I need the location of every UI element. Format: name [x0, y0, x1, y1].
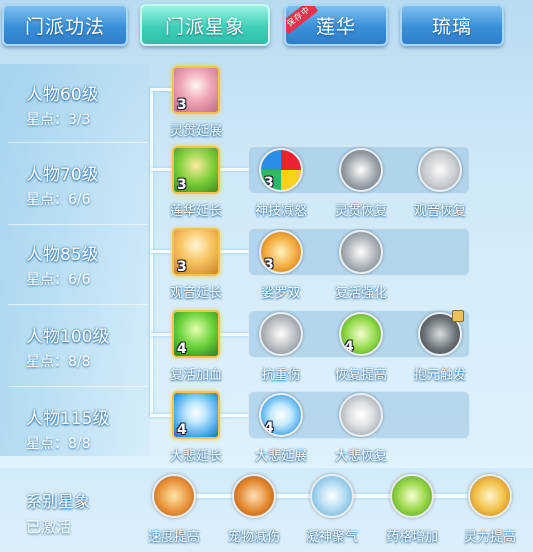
tab-label: 门派功法 — [24, 15, 105, 38]
tab-sect-stars[interactable]: 门派星象 — [140, 4, 270, 46]
divider — [8, 224, 148, 225]
skill-icon[interactable]: 3 — [172, 146, 220, 194]
skill-icon[interactable]: 3 — [259, 230, 303, 274]
tree-branch — [150, 88, 172, 91]
skill-icon[interactable]: 4 — [172, 310, 220, 358]
divider — [8, 386, 148, 387]
chain-link — [196, 494, 236, 498]
level-stars: 星点：6/6 — [26, 192, 91, 208]
system-skill-name: 药格增加 — [385, 530, 438, 545]
system-skill-icon[interactable] — [152, 474, 196, 518]
tab-sect-skills[interactable]: 门派功法 — [2, 4, 128, 46]
system-skill-icon[interactable] — [390, 474, 434, 518]
skill-name: 莲华延长 — [169, 204, 222, 219]
skill-count: 4 — [177, 422, 187, 438]
skill-icon[interactable]: 3 — [259, 148, 303, 192]
chain-link — [352, 494, 392, 498]
skill-name: 恢复提高 — [334, 368, 387, 383]
system-status: 已激活 — [26, 518, 72, 536]
skill-icon[interactable]: 3 — [172, 228, 220, 276]
system-skill-name: 灵力提高 — [463, 530, 516, 545]
level-title: 人物100级 — [26, 327, 110, 347]
divider — [8, 142, 148, 143]
system-skill-icon[interactable] — [310, 474, 354, 518]
system-title: 系别星象 — [26, 492, 91, 511]
skill-name: 神技减怒 — [254, 204, 307, 219]
skill-count: 4 — [344, 339, 354, 355]
skill-icon[interactable] — [339, 148, 383, 192]
row-link — [220, 333, 250, 336]
tab-label: 门派星象 — [164, 15, 245, 38]
skill-name: 大悲延长 — [169, 449, 222, 464]
level-title: 人物85级 — [26, 245, 99, 265]
skill-name: 观音延长 — [169, 286, 222, 301]
level-title: 人物115级 — [26, 409, 110, 429]
level-85: 人物85级 星点：6/6 — [26, 240, 146, 289]
skill-icon[interactable] — [259, 312, 303, 356]
skill-name: 娑罗双 — [261, 286, 301, 301]
level-title: 人物70级 — [26, 165, 99, 185]
skill-name: 抱元触发 — [413, 368, 466, 383]
saving-ribbon: 保存中 — [286, 6, 319, 35]
system-skill-icon[interactable] — [232, 474, 276, 518]
level-60: 人物60级 星点：3/3 — [26, 80, 146, 129]
system-skill-icon[interactable] — [468, 474, 512, 518]
level-stars: 星点：8/8 — [26, 354, 91, 370]
tab-label: 莲华 — [315, 15, 356, 38]
skill-count: 3 — [177, 259, 187, 275]
row-link — [220, 250, 250, 253]
system-stars: 系别星象 已激活 — [26, 488, 146, 537]
skill-name: 灵贯延展 — [169, 124, 222, 139]
tab-liuli[interactable]: 琉璃 — [400, 4, 504, 46]
skill-count: 4 — [264, 420, 274, 436]
chain-link — [276, 494, 312, 498]
lock-icon — [452, 310, 464, 322]
divider — [8, 304, 148, 305]
tab-label: 琉璃 — [431, 15, 472, 38]
level-stars: 星点：3/3 — [26, 112, 91, 128]
skill-count: 3 — [264, 257, 274, 273]
skill-icon[interactable]: 4 — [172, 391, 220, 439]
row-link — [220, 168, 250, 171]
system-skill-name: 速度提高 — [147, 530, 200, 545]
skill-name: 大悲恢复 — [334, 449, 387, 464]
level-100: 人物100级 星点：8/8 — [26, 322, 146, 371]
skill-icon[interactable]: 4 — [259, 393, 303, 437]
level-70: 人物70级 星点：6/6 — [26, 160, 146, 209]
row-link — [220, 414, 250, 417]
system-skill-name: 宠物减伤 — [227, 530, 280, 545]
skill-name: 大悲延展 — [254, 449, 307, 464]
tree-branch — [150, 333, 172, 336]
skill-name: 复活强化 — [334, 286, 387, 301]
skill-icon[interactable] — [418, 148, 462, 192]
skill-count: 4 — [177, 341, 187, 357]
level-title: 人物60级 — [26, 85, 99, 105]
skill-name: 复活加血 — [169, 368, 222, 383]
skill-icon[interactable] — [339, 230, 383, 274]
skill-name: 抗重伤 — [261, 368, 301, 383]
skill-name: 灵贯恢复 — [334, 204, 387, 219]
system-skill-name: 凝神聚气 — [305, 530, 358, 545]
tab-lianhua[interactable]: 保存中 莲华 — [284, 4, 388, 46]
skill-icon[interactable]: 4 — [339, 312, 383, 356]
level-stars: 星点：8/8 — [26, 436, 91, 452]
tree-branch — [150, 168, 172, 171]
skill-icon[interactable] — [339, 393, 383, 437]
level-115: 人物115级 星点：8/8 — [26, 404, 146, 453]
skill-count: 3 — [177, 97, 187, 113]
skill-name: 观音恢复 — [413, 204, 466, 219]
skill-count: 3 — [177, 177, 187, 193]
chain-link — [432, 494, 470, 498]
level-stars: 星点：6/6 — [26, 272, 91, 288]
tree-branch — [150, 250, 172, 253]
skill-icon[interactable]: 3 — [172, 66, 220, 114]
tree-branch — [150, 414, 172, 417]
skill-count: 3 — [264, 175, 274, 191]
